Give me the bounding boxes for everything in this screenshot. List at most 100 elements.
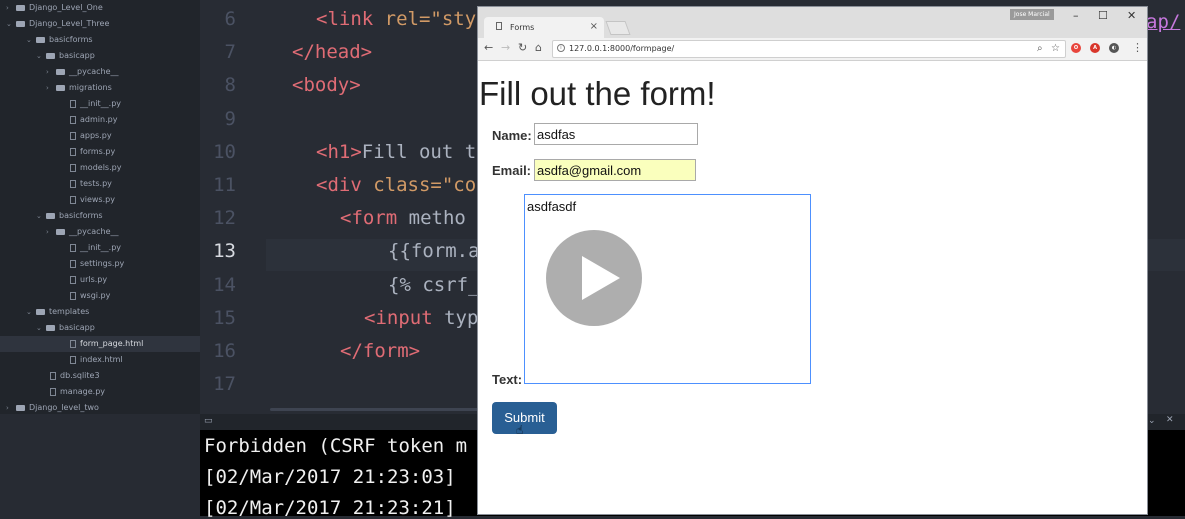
tab-close-icon[interactable]: × [590, 21, 598, 32]
tree-file[interactable]: urls.py [70, 272, 107, 288]
reload-icon[interactable]: ↻ [518, 41, 527, 54]
chevron-right-icon[interactable]: › [6, 0, 16, 16]
maximize-icon[interactable]: ☐ [1098, 9, 1108, 22]
page-icon [496, 22, 502, 30]
line-number: 11 [213, 174, 236, 196]
tree-folder[interactable]: › Django_level_two [6, 400, 99, 416]
tree-file[interactable]: settings.py [70, 256, 124, 272]
tree-folder[interactable]: ⌄ basicapp [36, 320, 95, 336]
chevron-right-icon[interactable]: › [46, 80, 56, 96]
tree-file[interactable]: apps.py [70, 128, 112, 144]
code-tag: <form [340, 207, 398, 230]
menu-kebab-icon[interactable]: ⋮ [1132, 41, 1143, 54]
tree-file[interactable]: __init__.py [70, 96, 121, 112]
file-icon [70, 115, 76, 124]
adblock-extension-icon[interactable]: A [1090, 43, 1100, 53]
email-input[interactable]: asdfa@gmail.com [534, 159, 696, 181]
folder-icon [46, 324, 55, 331]
tree-folder[interactable]: › __pycache__ [46, 64, 119, 80]
dark-mode-extension-icon[interactable]: ◐ [1109, 43, 1119, 53]
bookmark-star-icon[interactable]: ☆ [1051, 43, 1060, 54]
tree-file[interactable]: index.html [70, 352, 123, 368]
tree-file[interactable]: tests.py [70, 176, 112, 192]
code-line: <form metho [340, 207, 466, 229]
tree-folder[interactable]: › Django_Level_One [6, 0, 103, 16]
tree-file[interactable]: models.py [70, 160, 121, 176]
info-icon[interactable]: i [557, 44, 565, 52]
file-icon [70, 147, 76, 156]
tree-item-label: settings.py [80, 259, 125, 268]
code-line: <div class="co [316, 174, 476, 196]
line-number: 10 [213, 140, 236, 163]
address-bar[interactable]: i 127.0.0.1:8000/formpage/ ⌕ ☆ [552, 40, 1066, 58]
chevron-down-icon[interactable]: ⌄ [36, 320, 46, 336]
back-arrow-icon[interactable]: ← [484, 41, 493, 54]
name-input[interactable]: asdfas [534, 123, 698, 145]
chevron-down-icon[interactable]: ⌄ [26, 32, 36, 48]
file-icon [70, 259, 76, 268]
chevron-down-icon[interactable]: ⌄ [36, 208, 46, 224]
page-content: Fill out the form! Name: asdfas Email: a… [478, 61, 1147, 514]
line-number: 9 [224, 107, 236, 130]
terminal-line: Forbidden (CSRF token m [204, 435, 468, 457]
opera-extension-icon[interactable]: O [1071, 43, 1081, 53]
text-label: Text: [492, 372, 523, 387]
tree-file[interactable]: views.py [70, 192, 115, 208]
play-icon [582, 256, 620, 300]
window-close-icon[interactable]: ✕ [1127, 9, 1136, 22]
tree-file[interactable]: admin.py [70, 112, 117, 128]
new-tab-button[interactable] [605, 21, 631, 35]
tree-folder[interactable]: › __pycache__ [46, 224, 119, 240]
hand-cursor-icon: ☝ [516, 423, 524, 437]
folder-icon [56, 228, 65, 235]
tree-folder[interactable]: ⌄ Django_Level_Three [6, 16, 109, 32]
terminal-menu-icon[interactable]: ▭ [204, 416, 213, 426]
browser-titlebar: Forms × Jose Marcial – ☐ ✕ [478, 7, 1147, 38]
tree-item-label: basicapp [59, 51, 95, 60]
chevron-right-icon[interactable]: › [46, 64, 56, 80]
tree-folder[interactable]: ⌄ basicforms [26, 32, 93, 48]
zoom-icon[interactable]: ⌕ [1037, 43, 1043, 54]
tree-item-label: db.sqlite3 [60, 371, 100, 380]
profile-badge[interactable]: Jose Marcial [1010, 9, 1054, 20]
email-label: Email: [492, 163, 532, 178]
file-icon [70, 243, 76, 252]
code-tag: <link [316, 8, 374, 30]
tree-file[interactable]: wsgi.py [70, 288, 110, 304]
chevron-down-icon[interactable]: ⌄ [1148, 416, 1156, 426]
tree-item-label: __pycache__ [69, 227, 119, 236]
tree-item-label: wsgi.py [80, 291, 111, 300]
minimize-icon[interactable]: – [1073, 9, 1079, 22]
chevron-down-icon[interactable]: ⌄ [26, 304, 36, 320]
file-icon [70, 163, 76, 172]
tree-folder[interactable]: › migrations [46, 80, 112, 96]
tree-item-label: templates [49, 307, 90, 316]
file-icon [70, 355, 76, 364]
tree-folder[interactable]: ⌄ basicforms [36, 208, 103, 224]
tree-file[interactable]: db.sqlite3 [50, 368, 100, 384]
chevron-down-icon[interactable]: ⌄ [36, 48, 46, 64]
tree-folder[interactable]: ⌄ basicapp [36, 48, 95, 64]
tree-file[interactable]: forms.py [70, 144, 115, 160]
close-icon[interactable]: ✕ [1166, 415, 1174, 425]
code-tag: </head> [292, 41, 373, 64]
chevron-right-icon[interactable]: › [6, 400, 16, 416]
chevron-down-icon[interactable]: ⌄ [6, 16, 16, 32]
tree-file[interactable]: __init__.py [70, 240, 121, 256]
file-icon [70, 291, 76, 300]
tree-file[interactable]: manage.py [50, 384, 105, 400]
video-play-overlay[interactable] [546, 230, 642, 326]
browser-window: Forms × Jose Marcial – ☐ ✕ ← → ↻ ⌂ i 127… [478, 7, 1147, 514]
tree-folder[interactable]: ⌄ templates [26, 304, 89, 320]
forward-arrow-icon[interactable]: → [501, 41, 510, 54]
tree-item-label: form_page.html [80, 339, 144, 348]
code-tag: <h1> [316, 140, 362, 163]
tree-item-label: __init__.py [80, 243, 122, 252]
home-icon[interactable]: ⌂ [535, 41, 542, 54]
browser-tab[interactable]: Forms × [484, 17, 604, 38]
editor-horizontal-scrollbar[interactable] [270, 408, 480, 411]
submit-button[interactable]: Submit [492, 402, 557, 434]
chevron-right-icon[interactable]: › [46, 224, 56, 240]
url-text: 127.0.0.1:8000/formpage/ [569, 44, 675, 53]
code-text: class="co [361, 174, 477, 196]
